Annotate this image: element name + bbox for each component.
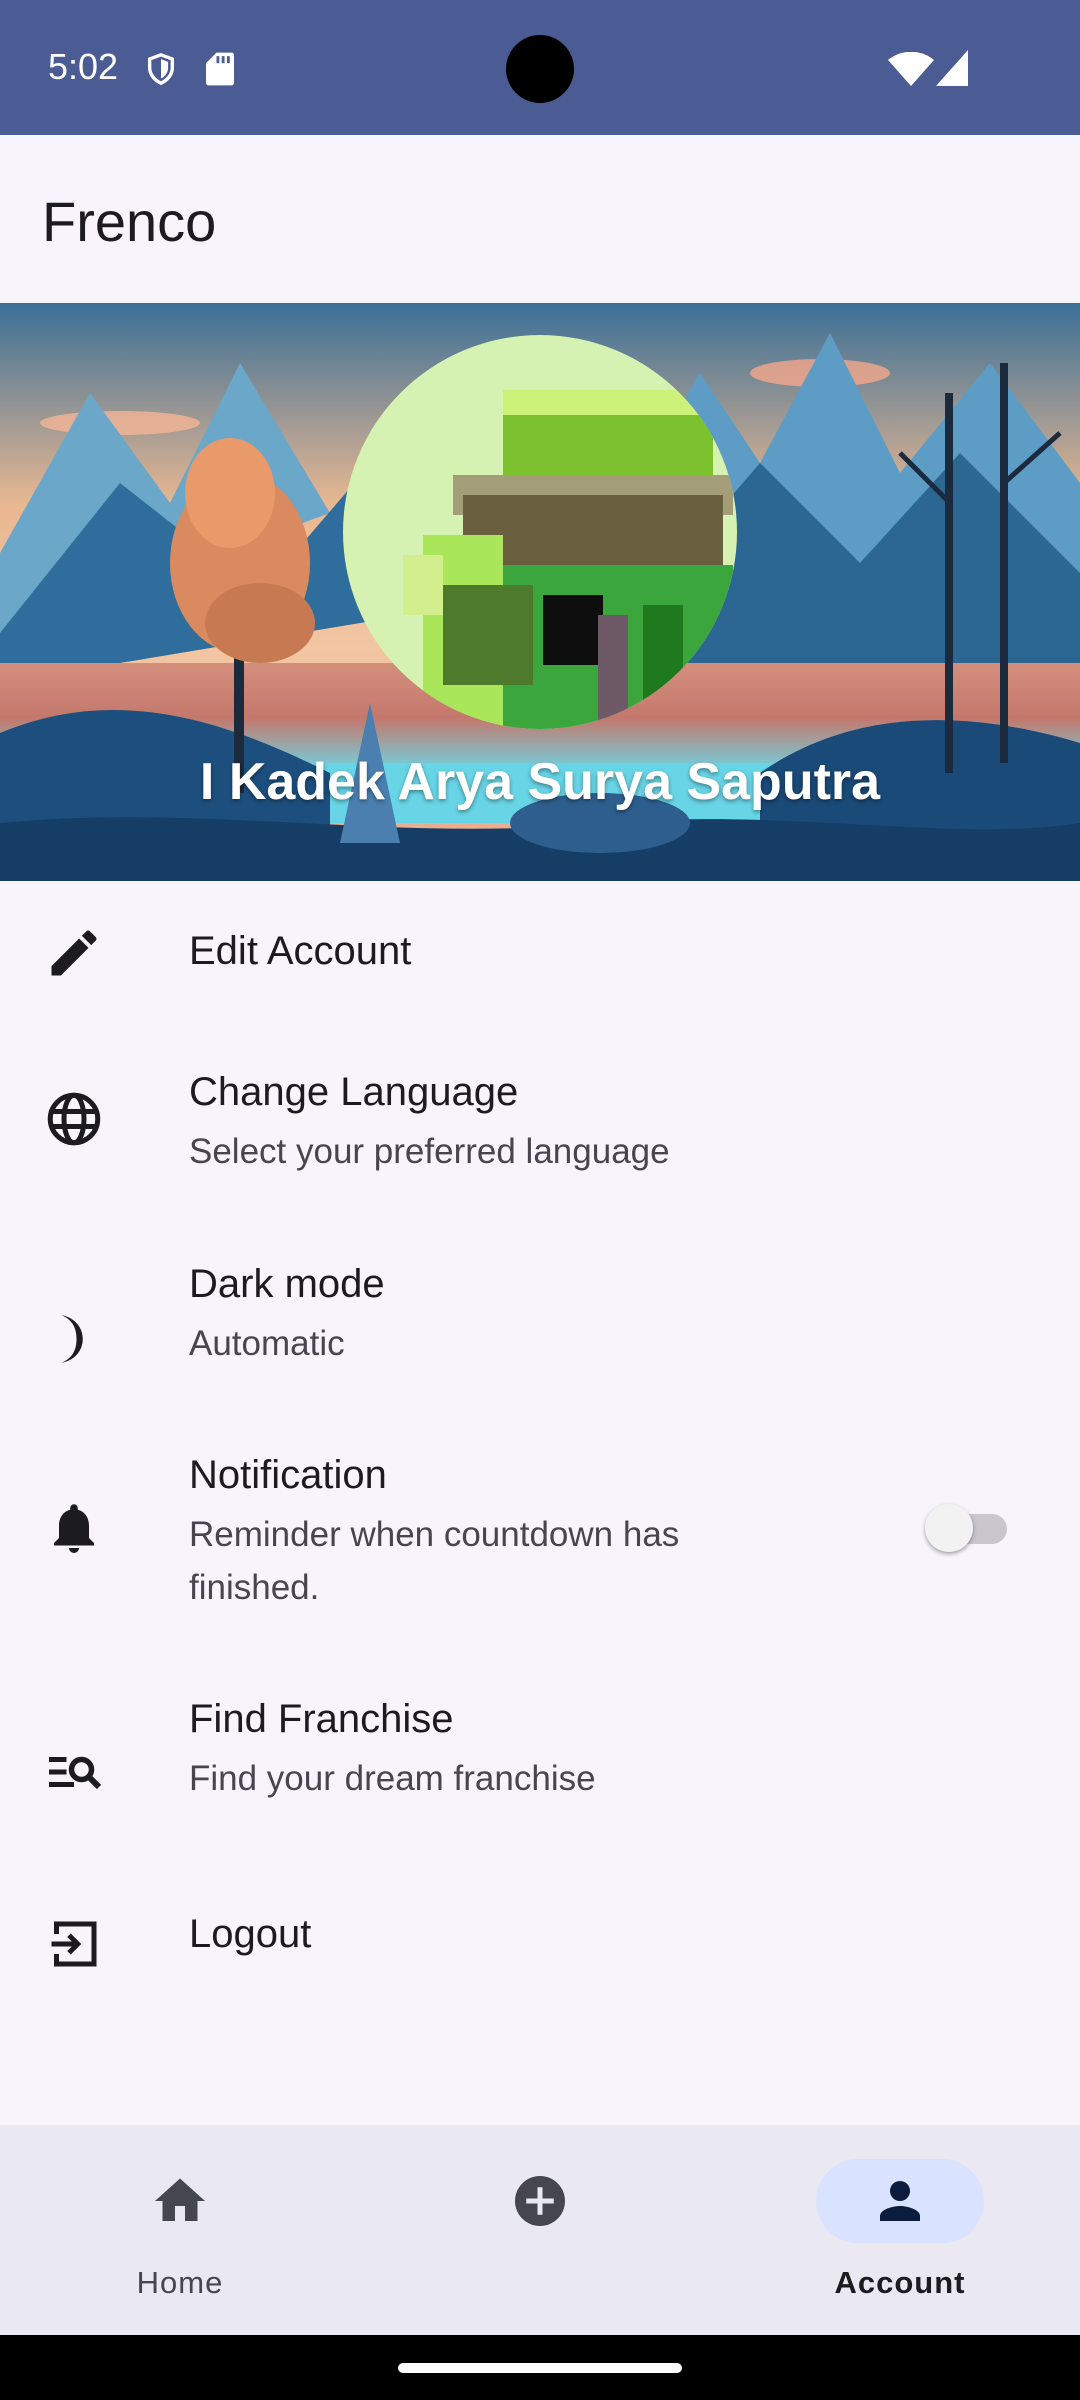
bell-icon (44, 1498, 104, 1558)
gesture-navigation-bar (0, 2335, 1080, 2400)
moon-icon (44, 1309, 104, 1369)
menu-notification-title: Notification (189, 1453, 387, 1497)
bottom-navigation: Home Account (0, 2125, 1080, 2335)
sd-card-icon (206, 52, 234, 86)
notification-toggle[interactable] (925, 1504, 1009, 1552)
menu-dark-mode[interactable]: Dark mode Automatic (0, 1237, 1080, 1407)
signal-icon (936, 50, 968, 86)
home-gesture-handle[interactable] (398, 2363, 682, 2373)
nav-add[interactable] (420, 2125, 660, 2335)
front-camera (506, 35, 574, 103)
pencil-icon (44, 923, 104, 983)
wifi-icon (888, 51, 934, 86)
menu-logout-title: Logout (189, 1912, 312, 1956)
home-icon (150, 2171, 210, 2231)
avatar-image (343, 335, 737, 729)
menu-edit-account-title: Edit Account (189, 929, 412, 973)
nav-home-label: Home (136, 2265, 224, 2300)
menu-notification[interactable]: Notification Reminder when countdown has… (0, 1428, 1080, 1648)
list-search-icon (44, 1742, 104, 1802)
shield-icon (144, 50, 178, 88)
profile-name: I Kadek Arya Surya Saputra (199, 753, 881, 811)
logout-icon (44, 1914, 104, 1974)
menu-notification-subtitle: Reminder when countdown has finished. (189, 1515, 680, 1607)
avatar[interactable] (343, 335, 737, 729)
status-bar: 5:02 (0, 0, 1080, 135)
app-title: Frenco (42, 190, 217, 253)
menu-change-language[interactable]: Change Language Select your preferred la… (0, 1045, 1080, 1215)
nav-home[interactable]: Home (60, 2125, 300, 2335)
menu-find-franchise[interactable]: Find Franchise Find your dream franchise (0, 1672, 1080, 1842)
menu-edit-account[interactable]: Edit Account (0, 881, 1080, 1029)
menu-dark-mode-title: Dark mode (189, 1262, 385, 1306)
add-circle-icon (510, 2171, 570, 2231)
menu-change-language-title: Change Language (189, 1070, 519, 1114)
globe-icon (44, 1089, 104, 1149)
menu-change-language-subtitle: Select your preferred language (189, 1132, 670, 1171)
person-icon (870, 2171, 930, 2231)
profile-banner: I Kadek Arya Surya Saputra (0, 303, 1080, 881)
app-bar: Frenco (0, 135, 1080, 303)
menu-find-franchise-subtitle: Find your dream franchise (189, 1759, 596, 1798)
nav-account[interactable]: Account (780, 2125, 1020, 2335)
menu-find-franchise-title: Find Franchise (189, 1697, 454, 1741)
toggle-thumb (925, 1504, 973, 1552)
menu-logout[interactable]: Logout (0, 1860, 1080, 2010)
status-time: 5:02 (48, 46, 119, 87)
menu-dark-mode-subtitle: Automatic (189, 1324, 345, 1363)
nav-account-label: Account (834, 2265, 966, 2300)
